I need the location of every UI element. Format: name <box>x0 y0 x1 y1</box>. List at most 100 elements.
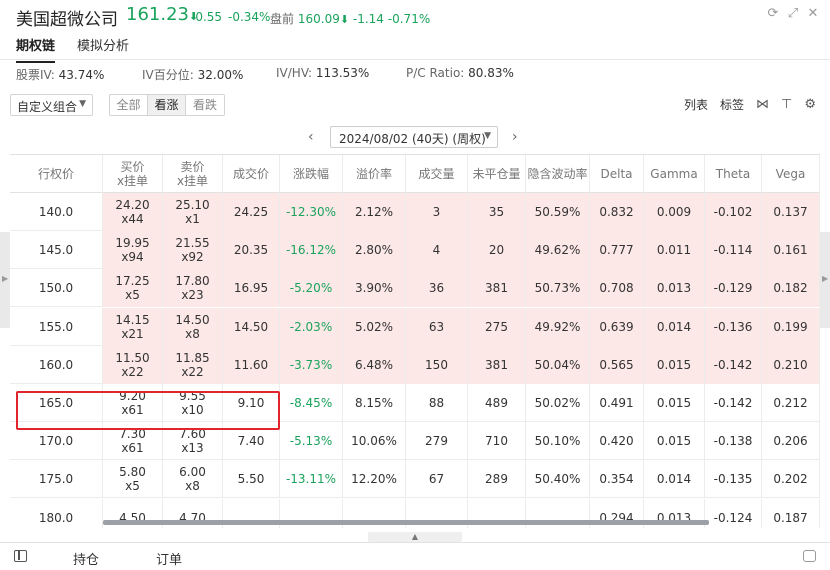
orders-tab[interactable]: 订单 <box>156 549 182 568</box>
fullscreen-icon[interactable]: ⤢ <box>786 6 800 21</box>
expiry-label: 2024/08/02 (40天) (周权) <box>339 132 486 146</box>
column-header-ask[interactable]: 卖价 x挂单 <box>163 155 223 193</box>
column-header-label: Gamma <box>650 167 698 181</box>
iv-percentile-label: IV百分位: <box>142 68 194 82</box>
next-expiry-icon[interactable]: › <box>512 129 518 145</box>
tag-view-button[interactable]: 标签 <box>720 96 744 113</box>
cell-strike: 140.0 <box>10 193 103 231</box>
cell-value: -0.142 <box>713 357 753 372</box>
previous-expiry-icon[interactable]: ‹ <box>308 129 314 145</box>
segment-puts[interactable]: 看跌 <box>186 95 224 115</box>
option-chain-table: 行权价 买价 x挂单 卖价 x挂单 成交价 涨跌幅 溢价率 成交量 未平仓量 隐含波动率 Delta G… <box>10 154 820 528</box>
cell-size: x5 <box>125 288 140 303</box>
cell-volume: 4 <box>406 231 468 270</box>
cell-gamma: 0.015 <box>644 422 705 461</box>
cell-size: x5 <box>125 479 140 494</box>
column-header-open-interest[interactable]: 未平仓量 <box>468 155 526 193</box>
cell-theta: -0.138 <box>705 422 762 461</box>
table-row[interactable]: 140.0 24.20 x44 25.10 x1 24.25 -12.30% 2.12% 3 35… <box>10 193 820 231</box>
cell-value: 3.90% <box>354 281 394 296</box>
cell-vega: 0.161 <box>762 231 820 270</box>
refresh-icon[interactable]: ⟳ <box>766 6 780 21</box>
cell-delta: 0.354 <box>590 460 644 499</box>
cell-volume: 88 <box>406 384 468 422</box>
segment-all[interactable]: 全部 <box>110 95 148 115</box>
cell-last: 7.40 <box>223 422 280 461</box>
tab-simulation[interactable]: 模拟分析 <box>77 35 129 54</box>
custom-combo-dropdown[interactable]: 自定义组合 ▼ <box>10 94 93 116</box>
table-row[interactable]: 175.0 5.80 x5 6.00 x8 5.50 -13.11% 12.20% 67 289 5… <box>10 460 820 499</box>
cell-implied-vol: 50.10% <box>526 422 590 461</box>
cell-size: x92 <box>181 250 204 265</box>
horizontal-scrollbar[interactable] <box>103 520 709 525</box>
table-row[interactable]: 150.0 17.25 x5 17.80 x23 16.95 -5.20% 3.90% 36 38… <box>10 269 820 308</box>
cell-gamma: 0.014 <box>644 460 705 499</box>
column-header-strike[interactable]: 行权价 <box>10 155 103 193</box>
expand-panel-handle[interactable]: ▲ <box>368 532 462 542</box>
custom-combo-label: 自定义组合 <box>17 100 78 114</box>
filter-icon[interactable]: ⊤ <box>781 97 792 112</box>
cell-value: 24.20 <box>115 198 150 212</box>
cell-value: 0.137 <box>773 205 808 219</box>
cell-value: 0.015 <box>656 357 692 372</box>
cell-value: 160.0 <box>38 357 74 372</box>
compare-icon[interactable]: ⋈ <box>756 97 769 112</box>
cell-value: 88 <box>428 396 445 410</box>
cell-last: 14.50 <box>223 307 280 346</box>
list-view-button[interactable]: 列表 <box>684 96 708 113</box>
expiry-dropdown[interactable]: 2024/08/02 (40天) (周权) ▼ <box>330 126 498 148</box>
premarket-change-pct: -0.71% <box>387 12 431 26</box>
cell-change: -2.03% <box>280 307 343 346</box>
positions-tab[interactable]: 持仓 <box>73 549 99 568</box>
left-collapse-tab[interactable]: ▶ <box>0 232 10 328</box>
cell-implied-vol: 50.59% <box>526 193 590 231</box>
cell-vega: 0.182 <box>762 269 820 308</box>
cell-value: 16.95 <box>233 281 269 296</box>
column-header-label: 涨跌幅 <box>292 167 329 181</box>
column-header-label: Theta <box>715 167 751 181</box>
table-row[interactable]: 155.0 14.15 x21 14.50 x8 14.50 -2.03% 5.02% 63 27… <box>10 307 820 346</box>
column-header-change[interactable]: 涨跌幅 <box>280 155 343 193</box>
segment-calls[interactable]: 看涨 <box>148 95 186 115</box>
cell-value: 11.50 <box>115 350 150 365</box>
column-header-gamma[interactable]: Gamma <box>644 155 705 193</box>
cell-strike: 175.0 <box>10 460 103 499</box>
cell-value: -3.73% <box>289 357 333 372</box>
table-row[interactable]: 170.0 7.30 x61 7.60 x13 7.40 -5.13% 10.06% 279 71… <box>10 422 820 461</box>
cell-vega: 0.212 <box>762 384 820 422</box>
cell-value: -16.12% <box>285 243 337 258</box>
close-icon[interactable]: ✕ <box>806 6 820 21</box>
column-header-premium[interactable]: 溢价率 <box>343 155 406 193</box>
cell-volume: 3 <box>406 193 468 231</box>
cell-value: 0.014 <box>656 472 692 487</box>
cell-last: 16.95 <box>223 269 280 308</box>
column-header-volume[interactable]: 成交量 <box>406 155 468 193</box>
chat-icon[interactable] <box>803 550 816 562</box>
table-row[interactable]: 145.0 19.95 x94 21.55 x92 20.35 -16.12% 2.80% 4 2… <box>10 231 820 270</box>
cell-implied-vol: 50.02% <box>526 384 590 422</box>
column-header-implied-vol[interactable]: 隐含波动率 <box>526 155 590 193</box>
column-header-label: 溢价率 <box>355 167 392 181</box>
cell-size: x23 <box>181 288 204 303</box>
right-collapse-tab[interactable]: ▶ <box>820 232 830 328</box>
column-header-last[interactable]: 成交价 <box>223 155 280 193</box>
cell-implied-vol: 50.73% <box>526 269 590 308</box>
table-row[interactable]: 165.0 9.20 x61 9.55 x10 9.10 -8.45% 8.15% 88 489 5… <box>10 384 820 422</box>
filter-controls: 自定义组合 ▼ 全部 看涨 看跌 列表 标签 ⋈ ⊤ ⚙ <box>0 94 830 120</box>
table-row[interactable]: 160.0 11.50 x22 11.85 x22 11.60 -3.73% 6.48% 150… <box>10 345 820 384</box>
column-header-vega[interactable]: Vega <box>762 155 820 193</box>
cell-delta: 0.832 <box>590 193 644 231</box>
cell-last: 9.10 <box>223 384 280 422</box>
cell-value: 170.0 <box>38 434 74 449</box>
cell-size: x22 <box>121 364 144 379</box>
cell-value: 63 <box>428 319 445 334</box>
panel-toggle-icon[interactable] <box>14 550 27 562</box>
cell-value: -0.129 <box>713 281 753 296</box>
column-header-delta[interactable]: Delta <box>590 155 644 193</box>
gear-icon[interactable]: ⚙ <box>804 97 816 112</box>
column-header-bid[interactable]: 买价 x挂单 <box>103 155 163 193</box>
column-header-theta[interactable]: Theta <box>705 155 762 193</box>
cell-value: -0.138 <box>713 434 753 449</box>
cell-value: 6.00 <box>179 465 206 480</box>
tab-option-chain[interactable]: 期权链 <box>16 35 56 63</box>
